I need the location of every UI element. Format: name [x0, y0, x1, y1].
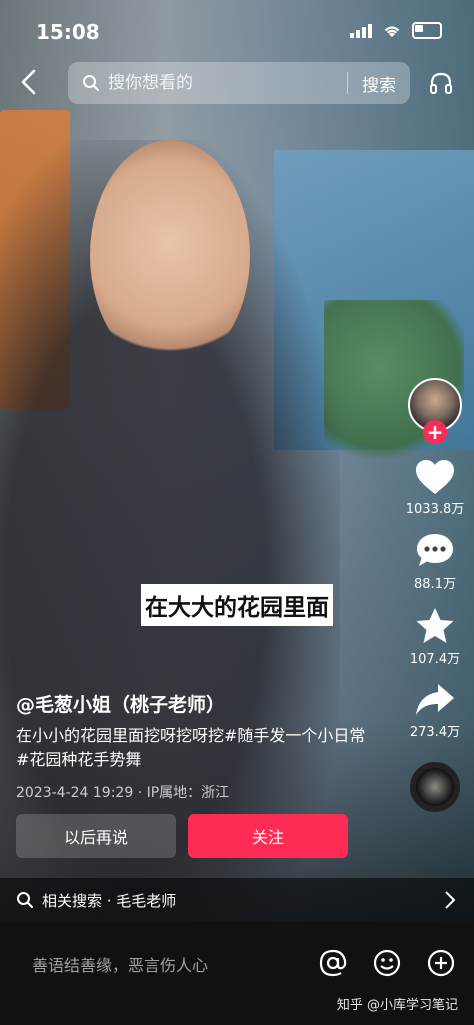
search-box[interactable]: 搜索 — [68, 62, 410, 104]
like-button[interactable]: 1033.8万 — [405, 458, 465, 517]
person-face — [90, 140, 250, 370]
follow-button[interactable]: 关注 — [188, 814, 348, 858]
favorite-count: 107.4万 — [409, 652, 461, 667]
status-time: 15:08 — [36, 20, 100, 44]
comment-input[interactable]: 善语结善缘，恶言伤人心 — [32, 952, 208, 976]
bottom-comment-bar: 善语结善缘，恶言伤人心 知乎 @小库学习笔记 — [0, 922, 474, 1025]
video-subtitle: 在大大的花园里面 — [141, 584, 333, 626]
share-icon — [416, 684, 454, 715]
like-count: 1033.8万 — [405, 502, 465, 517]
emoji-icon[interactable] — [372, 948, 402, 978]
search-button[interactable]: 搜索 — [348, 71, 410, 96]
search-icon — [17, 892, 33, 908]
search-input[interactable] — [100, 72, 347, 94]
comment-button[interactable]: 88.1万 — [414, 531, 456, 592]
heart-icon — [416, 460, 454, 494]
wifi-icon — [384, 25, 400, 37]
headphone-icon[interactable] — [428, 70, 454, 96]
later-button[interactable]: 以后再说 — [16, 814, 176, 858]
watermark: 知乎 @小库学习笔记 — [336, 998, 458, 1013]
comment-icon — [417, 534, 453, 566]
signal-icon — [350, 23, 372, 38]
chevron-right-icon — [445, 891, 456, 909]
top-bar: 搜索 — [0, 60, 474, 104]
related-search-bar[interactable]: 相关搜索 · 毛毛老师 — [0, 878, 474, 922]
back-arrow-icon[interactable] — [18, 68, 40, 96]
share-count: 273.4万 — [409, 725, 461, 740]
video-subtitle-wrap: 在大大的花园里面 — [0, 584, 474, 626]
author-name[interactable]: @毛葱小姐（桃子老师） — [16, 690, 225, 717]
author-avatar-wrap[interactable]: + — [408, 378, 462, 444]
search-icon — [83, 75, 99, 91]
battery-icon — [412, 22, 442, 39]
music-disc[interactable] — [410, 762, 460, 812]
post-description[interactable]: 在小小的花园里面挖呀挖呀挖#随手发一个小日常 #花园种花手势舞 — [16, 724, 376, 772]
share-button[interactable]: 273.4万 — [410, 681, 460, 740]
plus-icon[interactable] — [426, 948, 456, 978]
status-bar: 15:08 — [0, 0, 474, 58]
related-search-text: 相关搜索 · 毛毛老师 — [42, 891, 177, 910]
at-icon[interactable] — [318, 948, 348, 978]
post-meta: 2023-4-24 19:29 · IP属地：浙江 — [16, 785, 230, 801]
status-icons — [350, 22, 442, 39]
follow-plus-icon[interactable]: + — [423, 420, 447, 444]
